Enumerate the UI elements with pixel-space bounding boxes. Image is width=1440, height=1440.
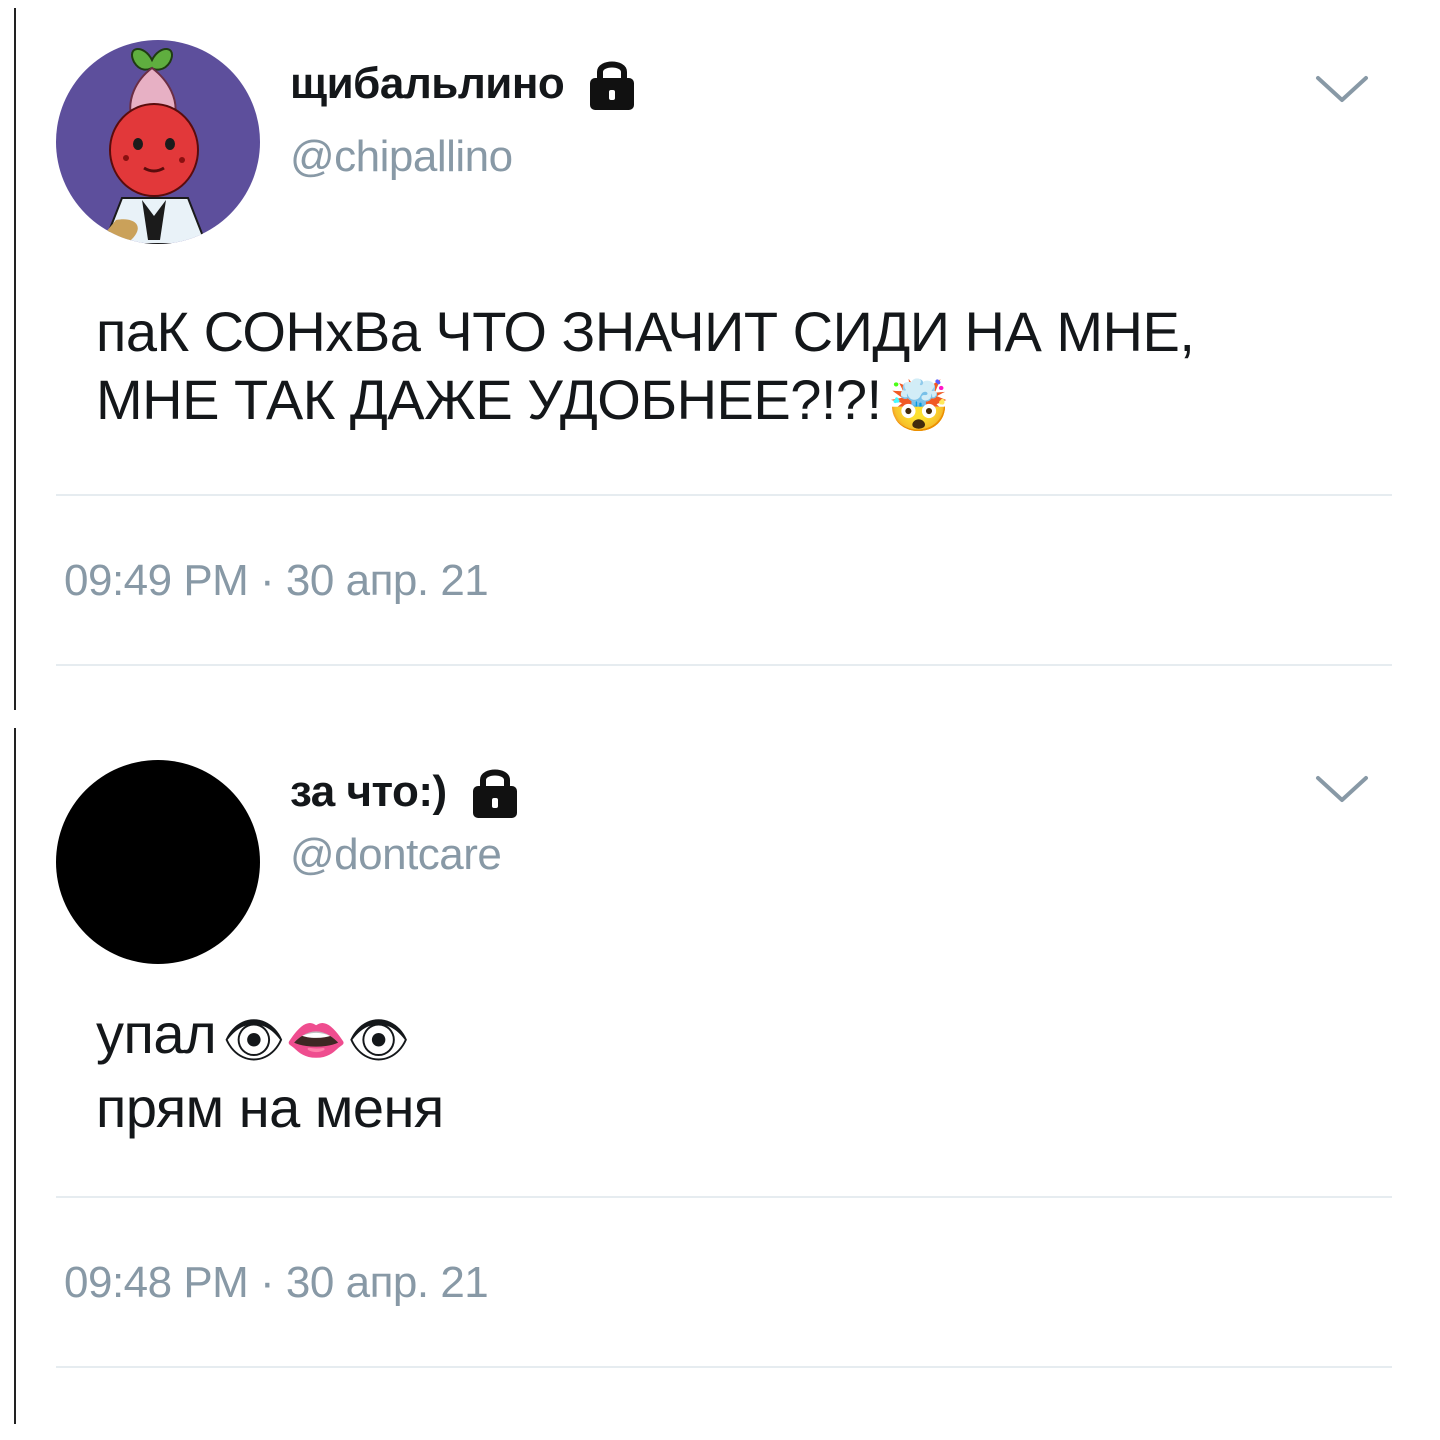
divider	[56, 1366, 1392, 1368]
tweet-timestamp[interactable]: 09:48 PM · 30 апр. 21	[64, 1258, 489, 1308]
tweet-timestamp[interactable]: 09:49 PM · 30 апр. 21	[64, 556, 489, 606]
chevron-down-icon[interactable]	[1312, 70, 1372, 110]
divider	[56, 1196, 1392, 1198]
exploding-head-emoji: 🤯	[887, 378, 950, 434]
tweet-text: паК СОНхВа ЧТО ЗНАЧИТ СИДИ НА МНЕ, МНЕ Т…	[96, 298, 1396, 440]
avatar[interactable]	[56, 40, 260, 244]
user-handle[interactable]: @dontcare	[290, 830, 502, 880]
tweet-text-line-content: МНЕ ТАК ДАЖЕ УДОБНЕЕ?!?!	[96, 368, 882, 431]
lock-icon	[472, 769, 517, 818]
tweet-text-line: упал 👁👄👁	[96, 1000, 1396, 1074]
tweet-text-line: МНЕ ТАК ДАЖЕ УДОБНЕЕ?!?! 🤯	[96, 366, 1396, 440]
tweet-text-line-content: упал	[96, 1002, 217, 1065]
display-name[interactable]: щибальлино	[290, 59, 565, 109]
eyes-mouth-emoji: 👁👄👁	[222, 1012, 410, 1068]
cartoon-character-avatar	[56, 40, 260, 244]
display-name[interactable]: за что:)	[290, 767, 447, 817]
tweet-text: упал 👁👄👁 прям на меня	[96, 1000, 1396, 1142]
tweet-card-1: щибальлино @chipallino паК СОНхВа ЧТО ЗН…	[14, 8, 1424, 710]
chevron-down-icon[interactable]	[1312, 770, 1372, 810]
lock-icon	[590, 61, 635, 110]
tweet-text-line: паК СОНхВа ЧТО ЗНАЧИТ СИДИ НА МНЕ,	[96, 300, 1195, 363]
tweet-card-2: за что:) @dontcare упал 👁👄👁 прям на меня …	[14, 728, 1424, 1424]
display-name-row: щибальлино	[290, 54, 642, 114]
user-handle[interactable]: @chipallino	[290, 132, 513, 182]
black-avatar[interactable]	[56, 760, 260, 964]
panel-edge	[14, 8, 16, 710]
tweet-text-line: прям на меня	[96, 1076, 444, 1139]
divider	[56, 664, 1392, 666]
panel-edge	[14, 728, 16, 1424]
divider	[56, 494, 1392, 496]
display-name-row: за что:)	[290, 762, 525, 822]
